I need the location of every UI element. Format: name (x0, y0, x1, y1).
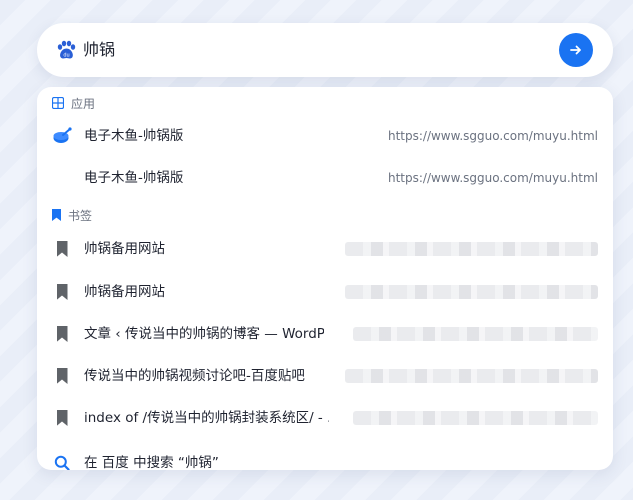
app-item-title: 电子木鱼-帅锅版 (84, 170, 184, 186)
app-item[interactable]: 电子木鱼-帅锅版 https://www.sgguo.com/muyu.html (37, 157, 613, 199)
bookmark-item[interactable]: 传说当中的帅锅视频讨论吧-百度贴吧 (37, 355, 613, 397)
search-icon (52, 453, 72, 470)
bookmark-icon (56, 326, 68, 342)
section-header-bookmarks: 书签 (52, 205, 92, 225)
bookmark-item[interactable]: 帅锅备用网站 (37, 228, 613, 270)
app-item-url: https://www.sgguo.com/muyu.html (387, 171, 598, 185)
bookmark-icon (56, 368, 68, 384)
bookmark-item-url-redacted (353, 327, 598, 341)
bookmark-item[interactable]: 文章 ‹ 传说当中的帅锅的博客 — WordPr (37, 313, 613, 355)
app-item[interactable]: 电子木鱼-帅锅版 https://www.sgguo.com/muyu.html (37, 115, 613, 157)
suggestion-dropdown: 应用 电子木鱼-帅锅版 https://www.sgguo.com/muyu.h… (37, 87, 613, 470)
bookmark-icon (52, 209, 61, 221)
bookmark-item-title: 传说当中的帅锅视频讨论吧-百度贴吧 (84, 368, 305, 384)
bookmark-icon (56, 241, 68, 257)
bookmark-item[interactable]: 帅锅备用网站 (37, 271, 613, 313)
app-item-url: https://www.sgguo.com/muyu.html (387, 129, 598, 143)
bookmark-item-title: 帅锅备用网站 (84, 284, 165, 300)
arrow-right-icon (570, 45, 581, 55)
bookmark-item-url-redacted (345, 285, 598, 299)
drum-icon (52, 126, 72, 146)
web-search-label: 在 百度 中搜索 “帅锅” (84, 455, 219, 470)
search-bar[interactable]: du 帅锅 (37, 23, 613, 77)
web-search-item[interactable]: 在 百度 中搜索 “帅锅” (37, 442, 613, 470)
bookmark-item[interactable]: index of /传说当中的帅锅封装系统区/ - . (37, 397, 613, 439)
bookmark-item-title: 文章 ‹ 传说当中的帅锅的博客 — WordPr (84, 326, 324, 342)
bookmark-item-url-redacted (345, 242, 598, 256)
search-input[interactable]: 帅锅 (83, 39, 115, 61)
section-header-apps: 应用 (52, 93, 95, 113)
bookmark-item-url-redacted (353, 411, 598, 425)
bookmark-item-title: index of /传说当中的帅锅封装系统区/ - . (84, 410, 329, 426)
bookmark-icon (56, 410, 68, 426)
section-label-bookmarks: 书签 (68, 208, 93, 223)
bookmark-item-url-redacted (345, 369, 598, 383)
paw-icon[interactable]: du (55, 39, 77, 61)
app-item-title: 电子木鱼-帅锅版 (84, 128, 184, 144)
grid-icon (52, 97, 64, 109)
bookmark-item-title: 帅锅备用网站 (84, 241, 165, 257)
bookmark-icon (56, 284, 68, 300)
svg-text:du: du (63, 53, 69, 59)
search-go-button[interactable] (559, 33, 593, 67)
section-label-apps: 应用 (71, 96, 96, 111)
